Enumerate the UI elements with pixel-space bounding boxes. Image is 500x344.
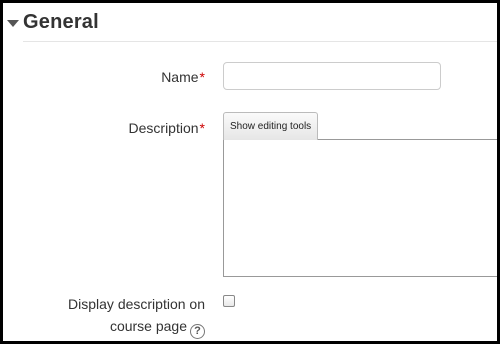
triangle-down-icon[interactable] (7, 20, 19, 27)
name-label-text: Name (161, 69, 199, 85)
form-frame: General Name* Description* Show editing … (3, 3, 497, 341)
description-label: Description* (129, 117, 205, 139)
required-marker: * (199, 120, 205, 136)
display-label-line1: Display description on (68, 296, 205, 312)
section-header-general[interactable]: General (7, 11, 99, 34)
show-editing-tools-tab[interactable]: Show editing tools (223, 112, 319, 140)
description-textarea[interactable] (223, 139, 497, 277)
section-title[interactable]: General (23, 11, 99, 34)
display-description-checkbox[interactable] (223, 295, 235, 307)
name-input[interactable] (223, 62, 441, 90)
display-label-line2: course page (109, 318, 187, 334)
question-circle-icon[interactable]: ? (190, 324, 205, 339)
section-divider (23, 41, 497, 42)
display-description-label: Display description on course page? (15, 293, 205, 339)
name-label: Name* (161, 66, 205, 88)
description-label-text: Description (128, 120, 199, 136)
display-label-line2-row: course page? (15, 315, 205, 339)
required-marker: * (199, 69, 205, 85)
